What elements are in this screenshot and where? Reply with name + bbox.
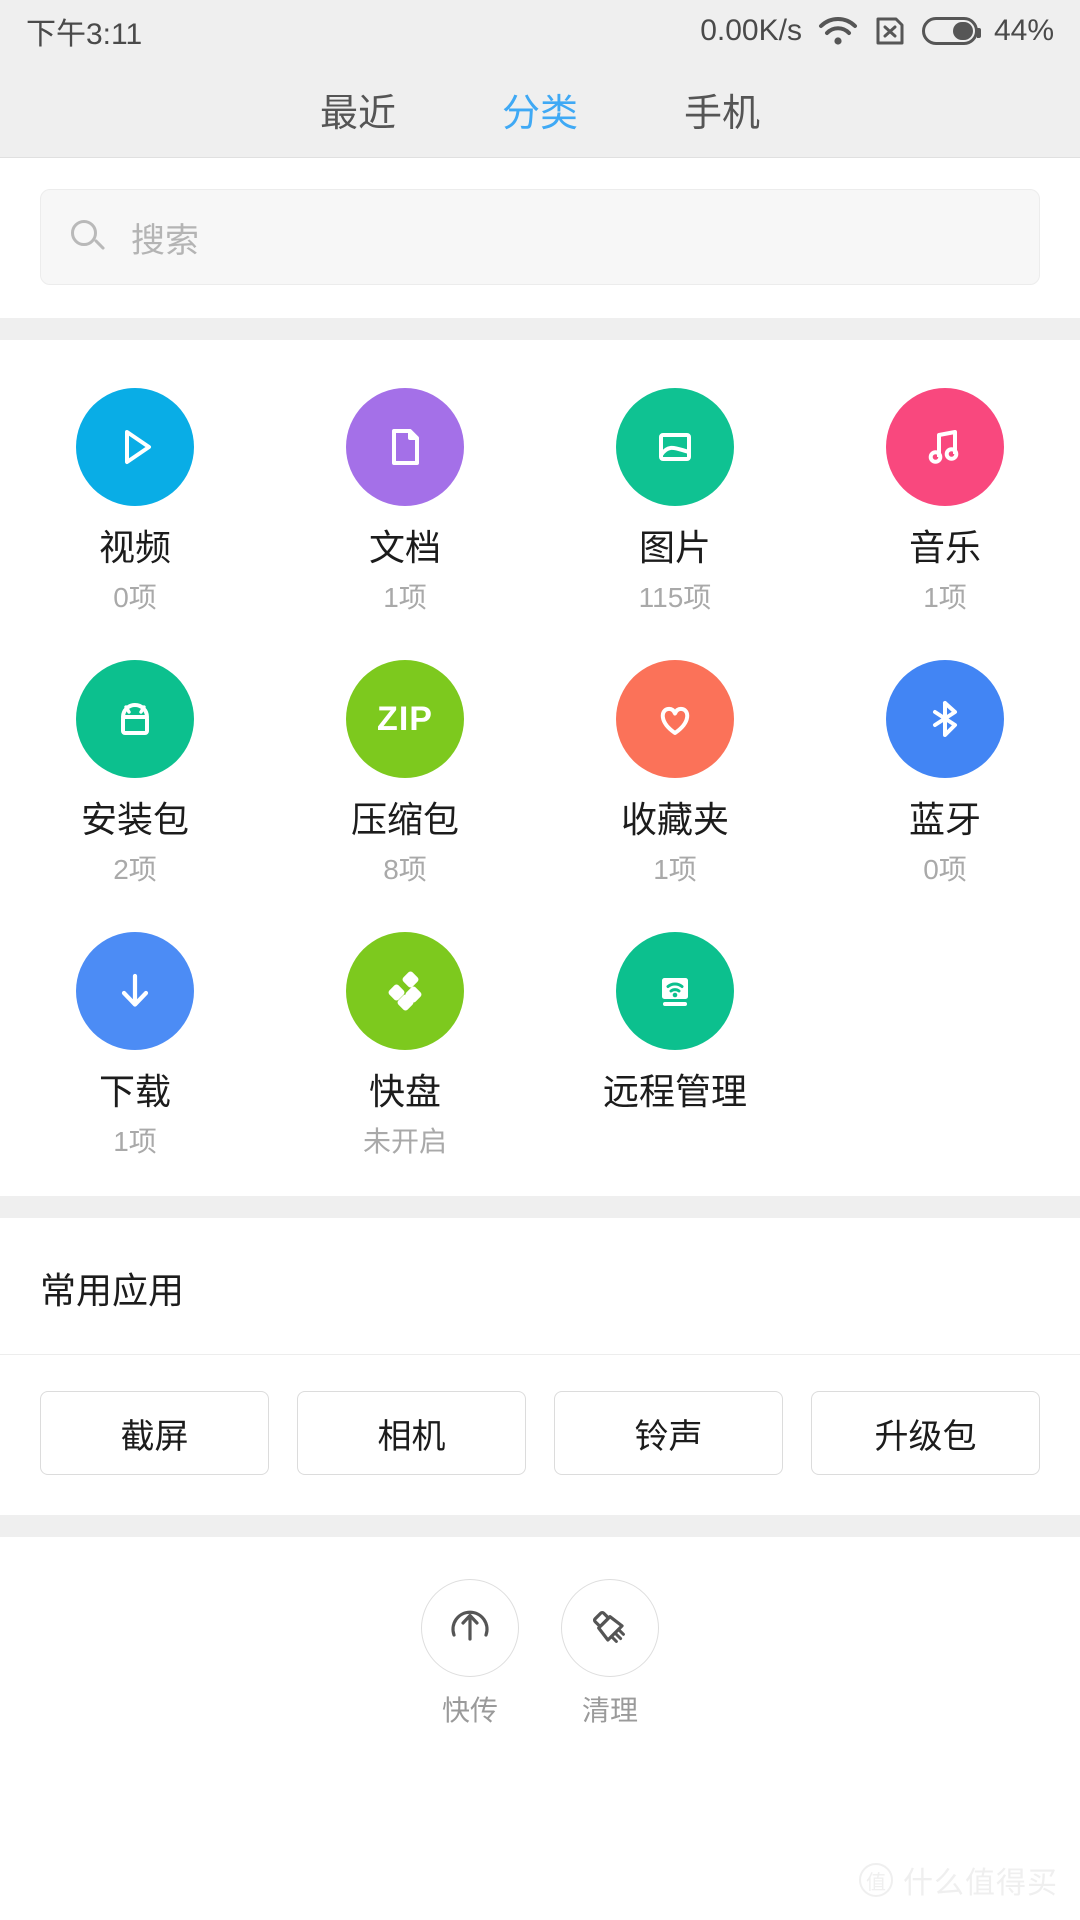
category-icon-circle xyxy=(616,932,734,1050)
category-count: 2项 xyxy=(113,854,157,885)
heart-icon xyxy=(660,706,690,735)
category-label: 图片 xyxy=(638,527,711,568)
category-label: 文档 xyxy=(368,527,441,568)
category-item-apk[interactable]: 安装包 2项 xyxy=(0,660,270,884)
category-icon-circle xyxy=(76,388,194,506)
section-divider-bottom xyxy=(0,1515,1080,1537)
section-divider-top xyxy=(0,318,1080,340)
battery-icon xyxy=(921,17,981,45)
wifi-icon xyxy=(818,16,858,46)
category-count: 0项 xyxy=(113,582,157,613)
category-item-video[interactable]: 视频 0项 xyxy=(0,388,270,612)
tab-bar: 最近 分类 手机 xyxy=(0,62,1080,158)
category-icon-circle xyxy=(886,388,1004,506)
section-divider-middle xyxy=(0,1196,1080,1218)
category-item-download[interactable]: 下载 1项 xyxy=(0,932,270,1156)
category-item-bluetooth[interactable]: 蓝牙 0项 xyxy=(810,660,1080,884)
category-label: 蓝牙 xyxy=(908,799,981,840)
image-icon xyxy=(659,433,691,461)
category-icon-circle xyxy=(886,660,1004,778)
category-item-remote-management[interactable]: 远程管理 xyxy=(540,932,810,1156)
bluetooth-icon xyxy=(933,701,957,737)
category-label: 压缩包 xyxy=(350,799,459,840)
category-label: 下载 xyxy=(98,1071,171,1112)
network-speed-text: 0.00K/s xyxy=(700,14,802,47)
bottom-item-clean[interactable]: 清理 xyxy=(561,1579,659,1725)
remote-wifi-icon xyxy=(662,978,688,1006)
broom-clean-icon xyxy=(592,1610,625,1643)
category-count: 8项 xyxy=(383,854,427,885)
watermark: 值 什么值得买 xyxy=(859,1858,1058,1902)
play-icon xyxy=(125,430,151,464)
category-label: 安装包 xyxy=(80,799,189,840)
bottom-label: 清理 xyxy=(581,1695,638,1726)
tab-categories[interactable]: 分类 xyxy=(492,78,588,141)
category-count: 1项 xyxy=(113,1126,157,1157)
category-item-favorites[interactable]: 收藏夹 1项 xyxy=(540,660,810,884)
category-count: 0项 xyxy=(923,854,967,885)
fast-transfer-icon-circle xyxy=(421,1579,519,1677)
kuaipan-icon xyxy=(388,971,422,1011)
category-label: 远程管理 xyxy=(602,1071,747,1112)
category-panel: 视频 0项 文档 1项 图片 115项 音乐 1项 安装包 2项 ZIP 压缩包… xyxy=(0,340,1080,1196)
fast-transfer-icon xyxy=(451,1610,489,1641)
search-section: 搜索 xyxy=(0,158,1080,318)
common-apps-chip-row: 截屏 相机 铃声 升级包 xyxy=(0,1355,1080,1515)
category-icon-circle xyxy=(76,660,194,778)
category-label: 快盘 xyxy=(368,1071,441,1112)
category-count: 1项 xyxy=(653,854,697,885)
tab-phone[interactable]: 手机 xyxy=(674,78,770,141)
watermark-text: 什么值得买 xyxy=(903,1867,1058,1900)
category-item-empty xyxy=(810,932,1080,1156)
category-icon-circle xyxy=(76,932,194,1050)
bottom-label: 快传 xyxy=(441,1695,498,1726)
clean-icon-circle xyxy=(561,1579,659,1677)
status-bar: 下午3:11 0.00K/s 44% xyxy=(0,0,1080,62)
bottom-toolbar: 快传 清理 xyxy=(0,1537,1080,1725)
download-icon xyxy=(121,973,149,1007)
zip-icon: ZIP xyxy=(377,699,433,738)
search-placeholder: 搜索 xyxy=(131,221,199,260)
category-item-image[interactable]: 图片 115项 xyxy=(540,388,810,612)
category-count: 未开启 xyxy=(362,1126,447,1157)
category-item-zip[interactable]: ZIP 压缩包 8项 xyxy=(270,660,540,884)
category-item-music[interactable]: 音乐 1项 xyxy=(810,388,1080,612)
battery-percent-text: 44% xyxy=(993,14,1054,47)
category-count: 1项 xyxy=(383,582,427,613)
search-icon xyxy=(71,220,106,254)
status-indicators: 0.00K/s 44% xyxy=(700,14,1054,48)
category-item-document[interactable]: 文档 1项 xyxy=(270,388,540,612)
category-count: 115项 xyxy=(638,582,712,613)
category-grid: 视频 0项 文档 1项 图片 115项 音乐 1项 安装包 2项 ZIP 压缩包… xyxy=(0,388,1080,1156)
category-icon-circle xyxy=(616,660,734,778)
common-apps-section: 常用应用 截屏 相机 铃声 升级包 xyxy=(0,1218,1080,1515)
chip-ringtone[interactable]: 铃声 xyxy=(554,1391,783,1475)
chip-upgrade-package[interactable]: 升级包 xyxy=(811,1391,1040,1475)
bottom-item-fast-transfer[interactable]: 快传 xyxy=(421,1579,519,1725)
category-label: 视频 xyxy=(98,527,171,568)
music-note-icon xyxy=(928,430,959,464)
watermark-badge-icon: 值 xyxy=(859,1863,893,1897)
search-input[interactable]: 搜索 xyxy=(40,189,1040,285)
chip-screenshot[interactable]: 截屏 xyxy=(40,1391,269,1475)
android-icon xyxy=(121,703,149,735)
category-icon-circle xyxy=(346,388,464,506)
sim-card-disabled-icon xyxy=(874,15,906,47)
category-icon-circle: ZIP xyxy=(346,660,464,778)
status-time: 下午3:11 xyxy=(26,18,143,51)
category-icon-circle xyxy=(616,388,734,506)
document-icon xyxy=(392,429,419,465)
category-label: 音乐 xyxy=(908,527,981,568)
tab-recent[interactable]: 最近 xyxy=(310,78,406,141)
category-icon-circle xyxy=(346,932,464,1050)
category-item-kuaipan[interactable]: 快盘 未开启 xyxy=(270,932,540,1156)
category-label: 收藏夹 xyxy=(620,799,729,840)
chip-camera[interactable]: 相机 xyxy=(297,1391,526,1475)
category-count: 1项 xyxy=(923,582,967,613)
common-apps-title: 常用应用 xyxy=(0,1218,1080,1355)
